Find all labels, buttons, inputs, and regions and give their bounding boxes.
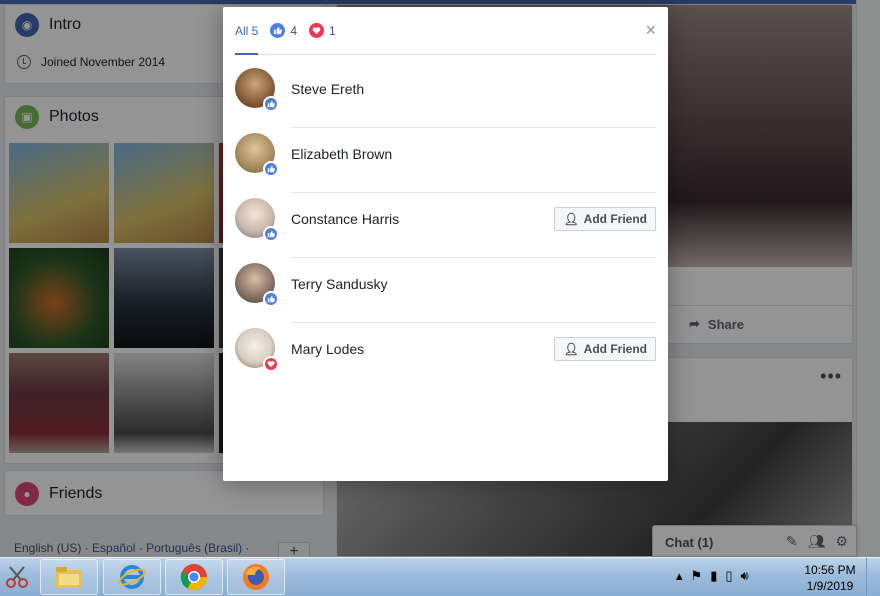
add-friend-button[interactable]: 👤︎ Add Friend bbox=[554, 337, 656, 361]
windows-taskbar: ▴ ⚑ ▮ ▯ 🔊︎ 10:56 PM 1/9/2019 bbox=[0, 557, 880, 596]
tab-love-count: 1 bbox=[329, 23, 336, 38]
tab-like[interactable]: 4 bbox=[270, 7, 297, 55]
tab-like-count: 4 bbox=[290, 23, 298, 38]
list-item: Terry Sandusky bbox=[235, 258, 656, 323]
tab-love[interactable]: 1 bbox=[309, 7, 336, 55]
action-center-flag-icon[interactable]: ⚑ bbox=[691, 568, 703, 584]
add-friend-label: Add Friend bbox=[583, 342, 647, 356]
close-icon[interactable]: × bbox=[645, 20, 656, 41]
person-name[interactable]: Mary Lodes bbox=[291, 341, 364, 357]
taskbar-clock[interactable]: 10:56 PM 1/9/2019 bbox=[800, 562, 860, 594]
person-name[interactable]: Steve Ereth bbox=[291, 81, 364, 97]
list-item: Mary Lodes 👤︎ Add Friend bbox=[235, 323, 656, 388]
like-icon bbox=[263, 161, 279, 177]
reactions-dialog: All 5 4 1 × Steve Ereth Elizabeth Brown bbox=[223, 7, 668, 481]
clock-date: 1/9/2019 bbox=[806, 579, 854, 593]
love-icon bbox=[263, 356, 279, 372]
chrome-icon[interactable] bbox=[165, 559, 223, 595]
add-friend-button[interactable]: 👤︎ Add Friend bbox=[554, 207, 656, 231]
clock-time: 10:56 PM bbox=[804, 563, 856, 577]
add-friend-icon: 👤︎ bbox=[563, 342, 579, 356]
system-tray: ▴ ⚑ ▮ ▯ 🔊︎ bbox=[676, 568, 749, 584]
tab-all[interactable]: All 5 bbox=[235, 7, 259, 55]
like-icon bbox=[270, 23, 286, 38]
like-icon bbox=[263, 291, 279, 307]
show-desktop-button[interactable] bbox=[866, 558, 880, 596]
list-item: Elizabeth Brown bbox=[235, 128, 656, 193]
internet-explorer-icon[interactable] bbox=[103, 559, 161, 595]
snipping-tool-icon[interactable] bbox=[0, 559, 34, 595]
power-icon[interactable]: ▯ bbox=[725, 568, 732, 584]
firefox-icon[interactable] bbox=[227, 559, 285, 595]
person-name[interactable]: Constance Harris bbox=[291, 211, 399, 227]
person-name[interactable]: Terry Sandusky bbox=[291, 276, 387, 292]
add-friend-label: Add Friend bbox=[583, 212, 647, 226]
list-item: Steve Ereth bbox=[235, 63, 656, 128]
file-explorer-icon[interactable] bbox=[40, 559, 98, 595]
love-icon bbox=[309, 23, 325, 38]
like-icon bbox=[263, 226, 279, 242]
person-name[interactable]: Elizabeth Brown bbox=[291, 146, 392, 162]
network-signal-icon[interactable]: ▮ bbox=[710, 568, 717, 584]
list-item: Constance Harris 👤︎ Add Friend bbox=[235, 193, 656, 258]
volume-icon[interactable]: 🔊︎ bbox=[741, 568, 749, 584]
like-icon bbox=[263, 96, 279, 112]
tray-expand-icon[interactable]: ▴ bbox=[676, 568, 683, 584]
reactor-list: Steve Ereth Elizabeth Brown Constance Ha… bbox=[235, 63, 656, 388]
reaction-tabs: All 5 4 1 bbox=[235, 7, 656, 55]
tab-all-label: All 5 bbox=[235, 23, 259, 38]
add-friend-icon: 👤︎ bbox=[563, 212, 579, 226]
